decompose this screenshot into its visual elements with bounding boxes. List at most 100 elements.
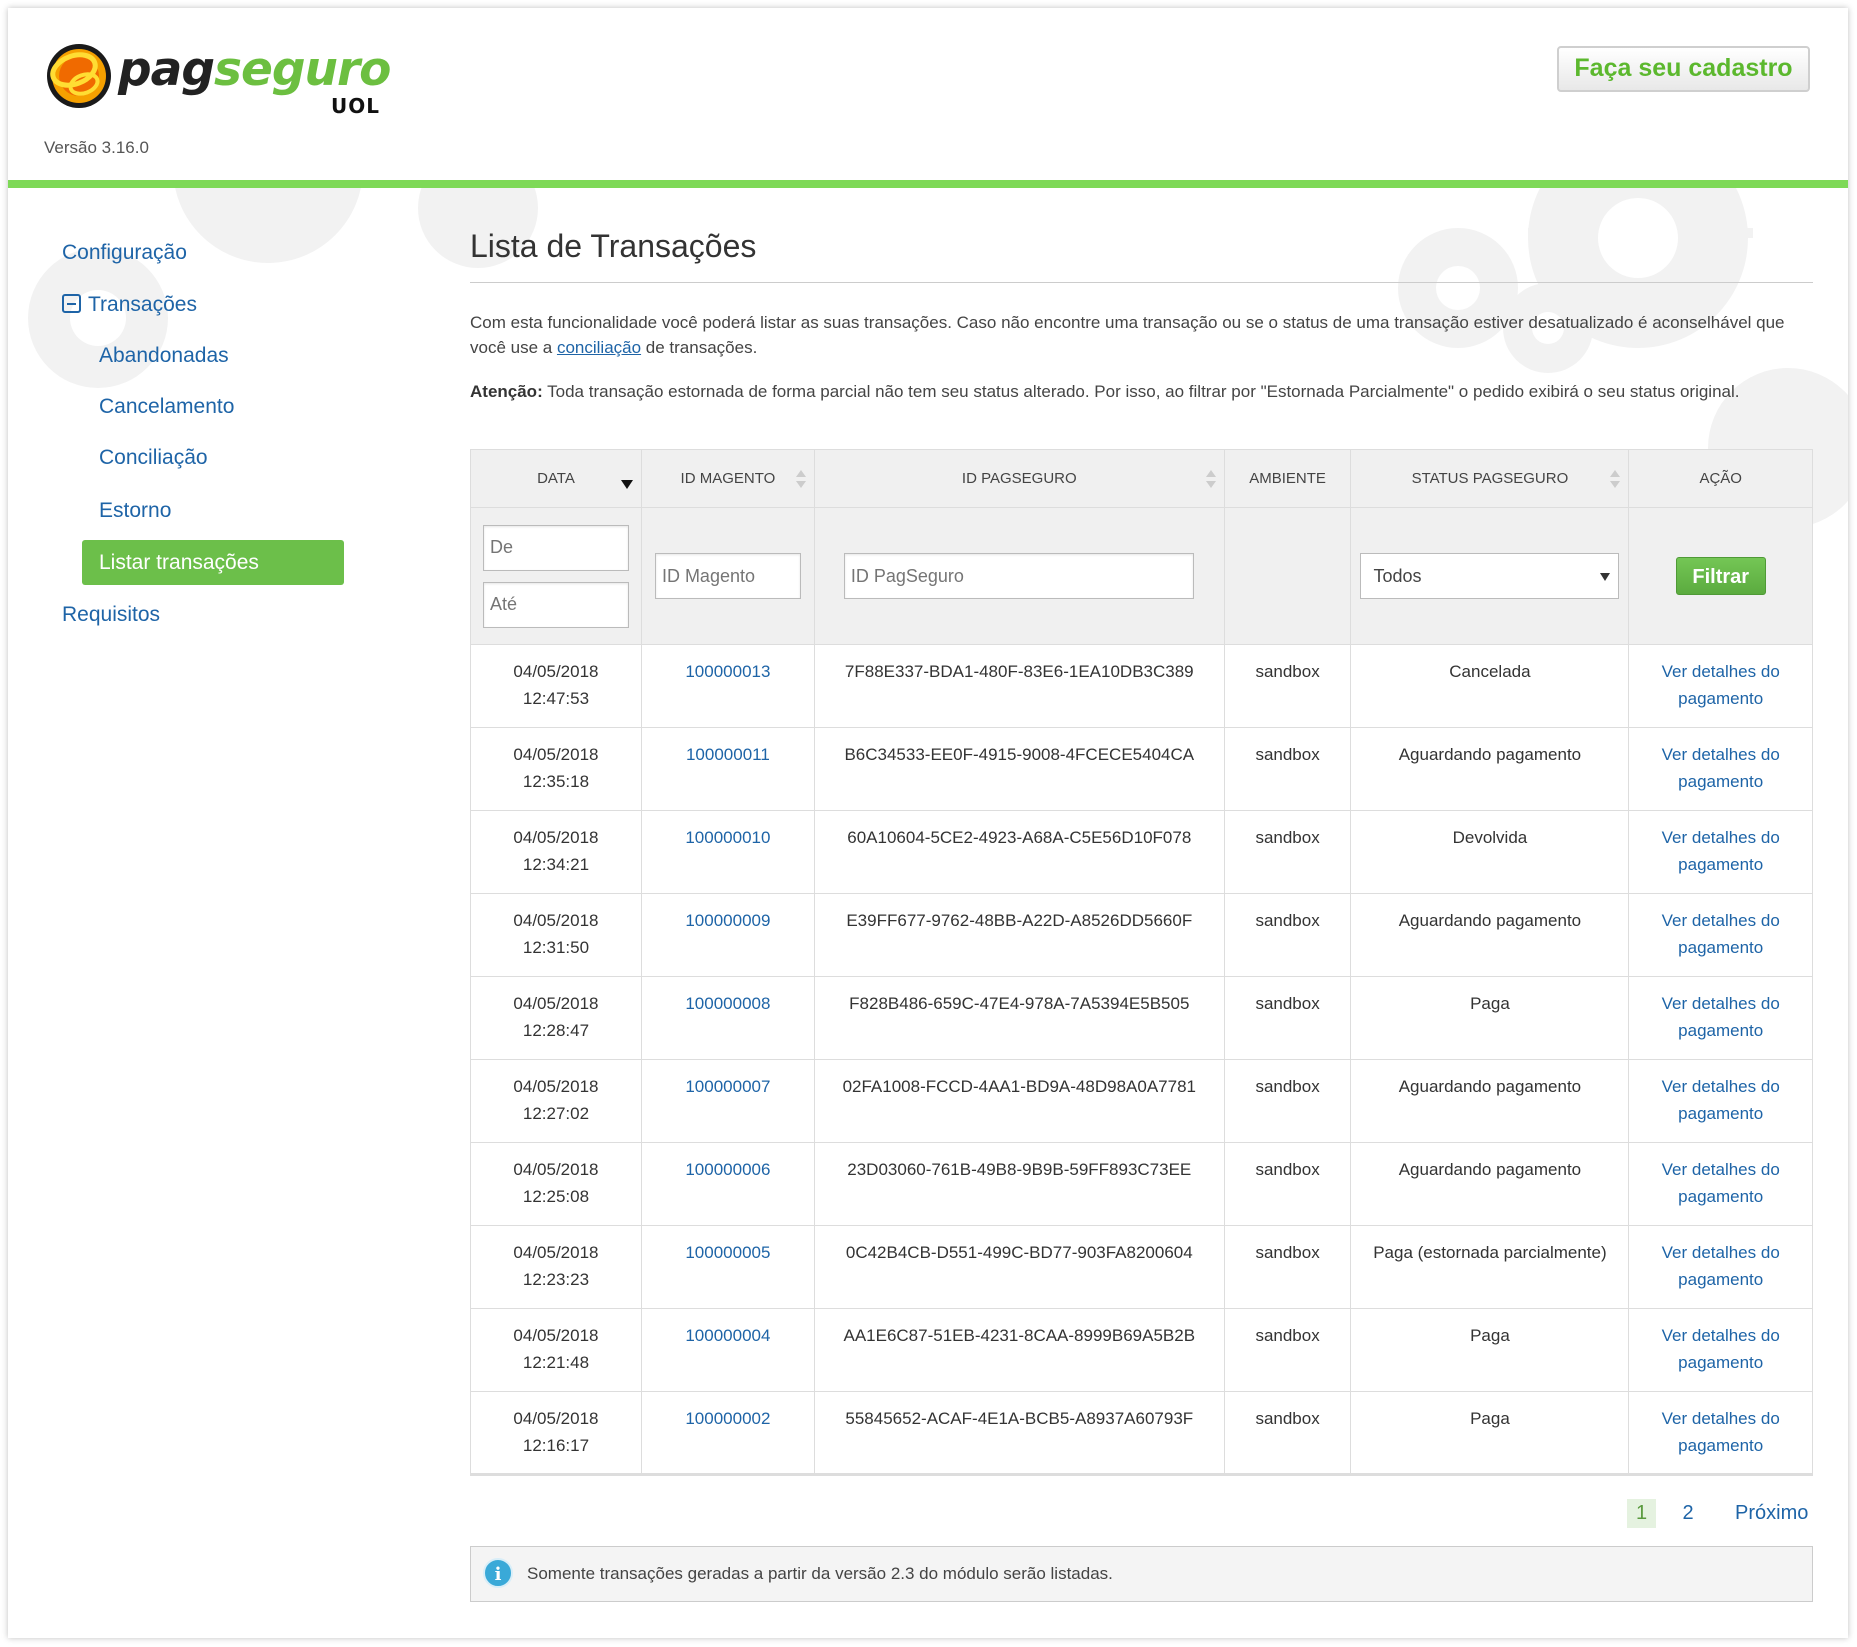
details-link[interactable]: Ver detalhes do pagamento [1628,727,1813,811]
filter-cell-status: Todos [1350,507,1630,645]
table-row: 04/05/2018 12:21:48 100000004 AA1E6C87-51… [470,1308,1813,1392]
pagseguro-logo[interactable]: pagseguro UOL [44,40,394,120]
version-label: Versão 3.16.0 [44,138,149,157]
details-link-line2: pagamento [1678,1104,1764,1123]
date-value: 04/05/2018 [513,1326,599,1345]
id-pagseguro-cell: E39FF677-9762-48BB-A22D-A8526DD5660F [813,893,1225,977]
status-cell: Aguardando pagamento [1350,1142,1630,1226]
details-link-line2: pagamento [1678,938,1764,957]
page-2-button[interactable]: 2 [1678,1499,1698,1528]
status-cell: Aguardando pagamento [1350,727,1630,811]
page-1-button[interactable]: 1 [1627,1499,1656,1528]
date-value: 04/05/2018 [513,745,599,764]
date-to-input[interactable] [483,581,629,628]
time-value: 12:28:47 [522,1021,590,1040]
details-link[interactable]: Ver detalhes do pagamento [1628,976,1813,1060]
warning-label: Atenção: [470,382,543,401]
next-page-button[interactable]: Próximo [1735,1499,1808,1528]
details-link[interactable]: Ver detalhes do pagamento [1628,1225,1813,1309]
sidebar-item-abandonadas[interactable]: Abandonadas [99,344,229,368]
id-magento-link[interactable]: 100000013 [640,644,815,728]
time-value: 12:21:48 [522,1353,590,1372]
id-pagseguro-cell: F828B486-659C-47E4-978A-7A5394E5B505 [813,976,1225,1060]
date-value: 04/05/2018 [513,662,599,681]
page-title: Lista de Transações [470,228,757,264]
status-cell: Paga [1350,1391,1630,1476]
id-magento-link[interactable]: 100000004 [640,1308,815,1392]
column-header-id-pagseguro[interactable]: ID PAGSEGURO [813,449,1225,508]
column-header-id-magento[interactable]: ID MAGENTO [640,449,815,508]
date-value: 04/05/2018 [513,994,599,1013]
date-cell: 04/05/2018 12:28:47 [470,976,642,1060]
details-link-line1: Ver detalhes do [1661,1326,1780,1345]
column-header-status[interactable]: STATUS PAGSEGURO [1350,449,1630,508]
time-value: 12:35:18 [522,772,590,791]
sidebar-item-requisitos[interactable]: Requisitos [62,603,160,627]
id-magento-link[interactable]: 100000005 [640,1225,815,1309]
ambiente-cell: sandbox [1223,810,1352,894]
status-select[interactable]: Todos [1360,553,1620,599]
signup-button[interactable]: Faça seu cadastro [1557,46,1810,92]
id-magento-link[interactable]: 100000002 [640,1391,815,1476]
column-header-data[interactable]: DATA [470,449,642,508]
date-cell: 04/05/2018 12:21:48 [470,1308,642,1392]
date-value: 04/05/2018 [513,1077,599,1096]
ambiente-cell: sandbox [1223,727,1352,811]
sort-icon[interactable] [795,470,806,490]
sidebar-item-configuracao[interactable]: Configuração [62,241,187,265]
id-magento-link[interactable]: 100000010 [640,810,815,894]
id-pagseguro-cell: 23D03060-761B-49B8-9B9B-59FF893C73EE [813,1142,1225,1226]
conciliacao-link[interactable]: conciliação [557,338,641,357]
time-value: 12:31:50 [522,938,590,957]
logo-pag-text: pag [118,42,215,97]
warning-text: Atenção: Toda transação estornada de for… [470,379,1813,404]
filter-button[interactable]: Filtrar [1675,557,1766,595]
id-magento-link[interactable]: 100000009 [640,893,815,977]
details-link[interactable]: Ver detalhes do pagamento [1628,1308,1813,1392]
table-row: 04/05/2018 12:31:50 100000009 E39FF677-97… [470,893,1813,977]
sidebar-item-transacoes[interactable]: Transações [62,292,197,317]
id-pagseguro-cell: 7F88E337-BDA1-480F-83E6-1EA10DB3C389 [813,644,1225,728]
header-divider [8,180,1848,188]
details-link[interactable]: Ver detalhes do pagamento [1628,644,1813,728]
id-magento-link[interactable]: 100000007 [640,1059,815,1143]
id-magento-link[interactable]: 100000008 [640,976,815,1060]
date-from-input[interactable] [483,524,629,571]
details-link[interactable]: Ver detalhes do pagamento [1628,810,1813,894]
details-link[interactable]: Ver detalhes do pagamento [1628,893,1813,977]
id-magento-input[interactable] [654,553,801,599]
id-pagseguro-input[interactable] [843,553,1194,599]
details-link[interactable]: Ver detalhes do pagamento [1628,1142,1813,1226]
time-value: 12:23:23 [522,1270,590,1289]
details-link[interactable]: Ver detalhes do pagamento [1628,1391,1813,1476]
status-select-value: Todos [1373,566,1422,586]
sidebar-item-estorno[interactable]: Estorno [99,499,171,523]
sort-icon[interactable] [1610,470,1621,490]
table-row: 04/05/2018 12:27:02 100000007 02FA1008-FC… [470,1059,1813,1143]
column-header-id-pagseguro-label: ID PAGSEGURO [961,470,1077,487]
table-body: 04/05/2018 12:47:53 100000013 7F88E337-BD… [470,644,1813,1476]
details-link[interactable]: Ver detalhes do pagamento [1628,1059,1813,1143]
details-link-line1: Ver detalhes do [1661,1160,1780,1179]
pagseguro-logo-icon [47,44,111,108]
details-link-line2: pagamento [1678,1436,1764,1455]
sidebar-item-conciliacao[interactable]: Conciliação [99,446,208,470]
warning-body: Toda transação estornada de forma parcia… [542,382,1740,401]
id-magento-link[interactable]: 100000006 [640,1142,815,1226]
id-magento-link[interactable]: 100000011 [640,727,815,811]
status-cell: Cancelada [1350,644,1630,728]
id-pagseguro-cell: 02FA1008-FCCD-4AA1-BD9A-48D98A0A7781 [813,1059,1225,1143]
sort-desc-icon[interactable] [620,480,633,489]
table-row: 04/05/2018 12:47:53 100000013 7F88E337-BD… [470,644,1813,728]
collapse-icon[interactable] [62,294,81,313]
sort-icon[interactable] [1205,470,1216,490]
header: pagseguro UOL Versão 3.16.0 Faça seu cad… [8,8,1848,180]
details-link-line2: pagamento [1678,855,1764,874]
ambiente-cell: sandbox [1223,1142,1352,1226]
date-value: 04/05/2018 [513,828,599,847]
sidebar-item-listar-transacoes[interactable]: Listar transações [82,540,344,585]
sidebar-item-cancelamento[interactable]: Cancelamento [99,395,234,419]
details-link-line1: Ver detalhes do [1661,828,1780,847]
column-header-ambiente: AMBIENTE [1223,449,1352,508]
id-pagseguro-cell: B6C34533-EE0F-4915-9008-4FCECE5404CA [813,727,1225,811]
